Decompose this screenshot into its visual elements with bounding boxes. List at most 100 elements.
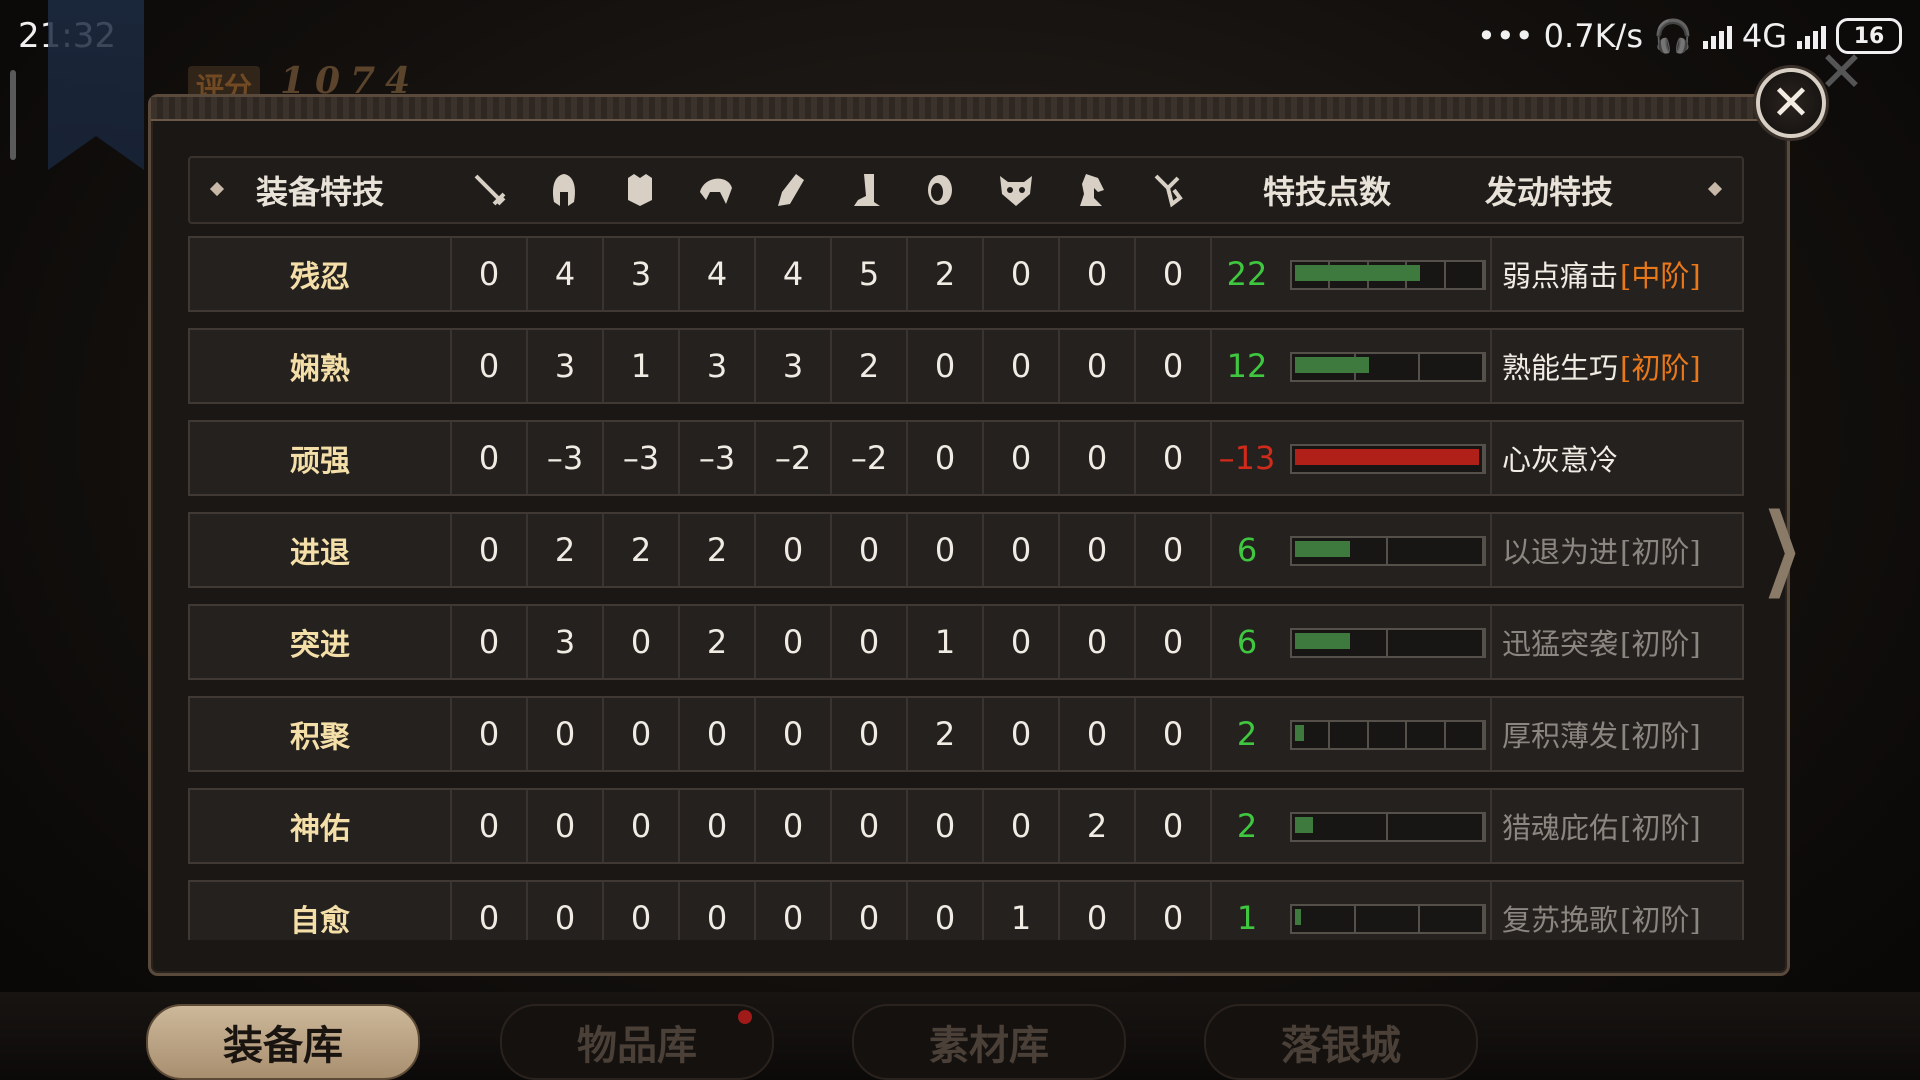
table-row[interactable]: 自愈 0 0 0 0 0 0 0 1 0 0 1 复苏挽歌 [初阶]	[188, 880, 1744, 940]
slot-value: 0	[604, 606, 680, 678]
slot-value: 0	[452, 606, 528, 678]
tab-items[interactable]: 物品库	[500, 1004, 774, 1080]
skill-points: 1	[1236, 899, 1258, 937]
header-points: 特技点数	[1262, 173, 1391, 211]
slot-value: 0	[1060, 882, 1136, 940]
progress-segment	[1330, 722, 1369, 748]
progress-segment	[1388, 814, 1484, 840]
progress-bar	[1290, 444, 1486, 474]
skill-name: 自愈	[190, 882, 452, 940]
slot-value: 0	[984, 606, 1060, 678]
slot-value: –2	[756, 422, 832, 494]
slot-value: 4	[680, 238, 756, 310]
boot-icon	[846, 170, 886, 210]
active-skill-level: [初阶]	[1620, 535, 1701, 569]
slot-value: 5	[832, 238, 908, 310]
column-divider	[1488, 606, 1492, 678]
tab-label: 落银城	[1281, 1022, 1401, 1069]
slot-value: 0	[452, 422, 528, 494]
slot-value: 0	[1136, 422, 1212, 494]
progress-segment	[1446, 722, 1485, 748]
slot-value: 0	[528, 882, 604, 940]
table-row[interactable]: 娴熟 0 3 1 3 3 2 0 0 0 0 12 熟能生巧 [初阶]	[188, 328, 1744, 404]
table-row[interactable]: 残忍 0 4 3 4 4 5 2 0 0 0 22 弱点痛击 [中阶]	[188, 236, 1744, 312]
signal-icon	[1702, 23, 1732, 49]
slot-value: 0	[604, 790, 680, 862]
progress-segment	[1369, 722, 1408, 748]
slot-value: 0	[908, 422, 984, 494]
skill-points: 22	[1226, 255, 1268, 293]
tab-materials[interactable]: 素材库	[852, 1004, 1126, 1080]
next-page-chevron-icon[interactable]: ❯	[1761, 494, 1802, 599]
skill-table: 残忍 0 4 3 4 4 5 2 0 0 0 22 弱点痛击 [中阶] 娴熟 0 3 1 3 3 2 0 0 0 0 12 熟能生巧…	[188, 236, 1744, 940]
active-skill-level: [中阶]	[1620, 259, 1701, 293]
slot-value: 0	[984, 698, 1060, 770]
skill-points: 6	[1236, 623, 1258, 661]
slot-value: 1	[984, 882, 1060, 940]
table-row[interactable]: 进退 0 2 2 2 0 0 0 0 0 0 6 以退为进 [初阶]	[188, 512, 1744, 588]
slot-value: 2	[908, 698, 984, 770]
slot-value: 0	[452, 514, 528, 586]
slot-value: 0	[908, 514, 984, 586]
slot-value: 2	[528, 514, 604, 586]
tab-label: 素材库	[929, 1022, 1049, 1069]
net-speed: 0.7K/s	[1543, 17, 1643, 55]
close-button[interactable]: ✕	[1756, 68, 1826, 138]
slot-value: 0	[452, 790, 528, 862]
slot-value: 4	[528, 238, 604, 310]
skill-points: 2	[1236, 715, 1258, 753]
ring-icon	[920, 170, 960, 210]
tab-label: 物品库	[577, 1022, 697, 1069]
slot-value: 0	[1136, 790, 1212, 862]
progress-bar	[1290, 904, 1486, 934]
slot-value: 0	[1060, 514, 1136, 586]
slot-value: 0	[452, 698, 528, 770]
active-skill-name: 厚积薄发	[1502, 719, 1619, 753]
slot-value: 0	[528, 790, 604, 862]
slot-value: 0	[984, 790, 1060, 862]
slot-value: 1	[908, 606, 984, 678]
slot-value: 1	[604, 330, 680, 402]
progress-segment	[1388, 630, 1484, 656]
progress-bar	[1290, 260, 1486, 290]
table-row[interactable]: 积聚 0 0 0 0 0 0 2 0 0 0 2 厚积薄发 [初阶]	[188, 696, 1744, 772]
active-skill[interactable]: 复苏挽歌 [初阶]	[1502, 882, 1701, 940]
active-skill[interactable]: 弱点痛击 [中阶]	[1502, 238, 1701, 310]
progress-segment	[1356, 906, 1420, 932]
close-icon: ✕	[1770, 75, 1812, 131]
slot-value: 0	[908, 330, 984, 402]
table-row[interactable]: 神佑 0 0 0 0 0 0 0 0 2 0 2 猎魂庇佑 [初阶]	[188, 788, 1744, 864]
active-skill[interactable]: 猎魂庇佑 [初阶]	[1502, 790, 1701, 862]
notification-dot	[738, 1010, 752, 1024]
table-row[interactable]: 顽强 0 –3 –3 –3 –2 –2 0 0 0 0 –13 心灰意冷	[188, 420, 1744, 496]
table-row[interactable]: 突进 0 3 0 2 0 0 1 0 0 0 6 迅猛突袭 [初阶]	[188, 604, 1744, 680]
active-skill[interactable]: 迅猛突袭 [初阶]	[1502, 606, 1701, 678]
active-skill[interactable]: 心灰意冷	[1502, 422, 1620, 494]
active-skill[interactable]: 以退为进 [初阶]	[1502, 514, 1701, 586]
sword-icon	[470, 170, 510, 210]
slot-value: 3	[528, 606, 604, 678]
progress-bar	[1290, 536, 1486, 566]
slot-value: 3	[604, 238, 680, 310]
active-skill[interactable]: 厚积薄发 [初阶]	[1502, 698, 1701, 770]
slot-value: 2	[908, 238, 984, 310]
tab-label: 装备库	[223, 1022, 343, 1069]
armor-icon	[620, 170, 660, 210]
slot-value: 0	[756, 514, 832, 586]
progress-segment	[1420, 906, 1484, 932]
slot-value: 0	[1136, 514, 1212, 586]
slot-value: 0	[1136, 238, 1212, 310]
active-skill-name: 弱点痛击	[1502, 259, 1619, 293]
slot-value: 3	[680, 330, 756, 402]
slot-value: 0	[832, 514, 908, 586]
tab-equipment[interactable]: 装备库	[146, 1004, 420, 1080]
skill-points: 6	[1236, 531, 1258, 569]
active-skill[interactable]: 熟能生巧 [初阶]	[1502, 330, 1701, 402]
slot-value: –3	[528, 422, 604, 494]
skill-name: 积聚	[190, 698, 452, 770]
slot-value: 0	[452, 330, 528, 402]
column-divider	[1488, 882, 1492, 940]
tab-luoyin-city[interactable]: 落银城	[1204, 1004, 1478, 1080]
slot-value: 0	[984, 422, 1060, 494]
progress-fill	[1295, 449, 1479, 465]
